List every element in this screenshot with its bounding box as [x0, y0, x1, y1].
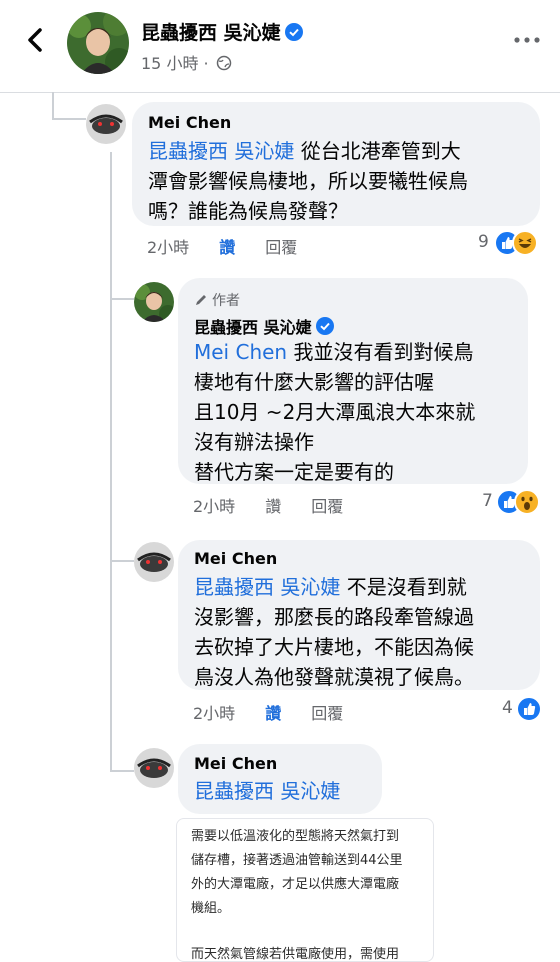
- comment-text: 昆蟲擾西 吳沁婕 不是沒看到就 沒影響，那麼長的路段牽管線過 去砍掉了大片棲地，…: [194, 575, 474, 689]
- comment-actions: 2小時 讚 回覆: [193, 493, 373, 517]
- ellipsis-icon[interactable]: [512, 30, 542, 50]
- reaction-count: 7: [482, 491, 493, 511]
- thread-line: [110, 298, 134, 300]
- mention-link[interactable]: 昆蟲擾西 吳沁婕: [148, 139, 294, 163]
- like-button[interactable]: 讚: [265, 704, 281, 723]
- verified-badge-icon: [284, 23, 303, 41]
- author-tag: 作者: [194, 290, 240, 310]
- post-time[interactable]: 15 小時 ·: [141, 50, 232, 74]
- comment-text: 昆蟲擾西 吳沁婕 從台北港牽管到大 潭會影響候鳥棲地，所以要犧牲候鳥 嗎？誰能為…: [148, 139, 468, 223]
- mention-link[interactable]: Mei Chen: [194, 340, 287, 364]
- wow-reaction-icon: [514, 489, 540, 515]
- reaction-count: 9: [478, 232, 489, 252]
- commenter-name[interactable]: 昆蟲擾西 吳沁婕: [194, 314, 334, 338]
- comment-time[interactable]: 2小時: [193, 704, 235, 723]
- commenter-avatar[interactable]: [134, 748, 174, 788]
- commenter-name[interactable]: Mei Chen: [148, 113, 231, 132]
- comment-actions: 2小時 讚 回覆: [147, 234, 327, 258]
- haha-reaction-icon: [512, 230, 538, 256]
- comment-attachment-image[interactable]: 需要以低溫液化的型態將天然氣打到 儲存槽，接著透過油管輸送到44公里 外的大潭電…: [176, 818, 434, 962]
- comment-time[interactable]: 2小時: [193, 497, 235, 516]
- commenter-name[interactable]: Mei Chen: [194, 754, 277, 773]
- commenter-name[interactable]: Mei Chen: [194, 549, 277, 568]
- author-reply-avatar[interactable]: [134, 282, 174, 322]
- mention-link[interactable]: 昆蟲擾西 吳沁婕: [194, 779, 340, 803]
- comment-time[interactable]: 2小時: [147, 238, 189, 257]
- reply-button[interactable]: 回覆: [311, 704, 343, 723]
- reply-button[interactable]: 回覆: [311, 497, 343, 516]
- commenter-avatar[interactable]: [134, 542, 174, 582]
- author-avatar[interactable]: [67, 12, 129, 74]
- comment-text: Mei Chen 我並沒有看到對候鳥 棲地有什麼大影響的評估喔 且10月 ~2月…: [194, 340, 476, 484]
- pencil-icon: [196, 295, 206, 305]
- thread-line: [110, 152, 112, 772]
- verified-badge-icon: [315, 317, 334, 335]
- thread-line: [110, 770, 134, 772]
- comment-actions: 2小時 讚 回覆: [193, 700, 373, 724]
- like-reaction-icon: [516, 696, 542, 722]
- comment-text: 昆蟲擾西 吳沁婕: [194, 776, 340, 806]
- thread-line: [52, 118, 86, 120]
- thread-line: [110, 560, 134, 562]
- author-name[interactable]: 昆蟲擾西 吳沁婕: [141, 18, 303, 45]
- mention-link[interactable]: 昆蟲擾西 吳沁婕: [194, 575, 340, 599]
- attachment-text: 需要以低溫液化的型態將天然氣打到 儲存槽，接著透過油管輸送到44公里 外的大潭電…: [191, 829, 403, 962]
- back-arrow-icon[interactable]: [18, 22, 54, 58]
- commenter-avatar[interactable]: [86, 104, 126, 144]
- like-button[interactable]: 讚: [219, 238, 235, 257]
- thread-line: [52, 92, 54, 120]
- reply-button[interactable]: 回覆: [265, 238, 297, 257]
- globe-icon: [216, 55, 231, 71]
- like-button[interactable]: 讚: [265, 497, 281, 516]
- reaction-count: 4: [502, 698, 513, 718]
